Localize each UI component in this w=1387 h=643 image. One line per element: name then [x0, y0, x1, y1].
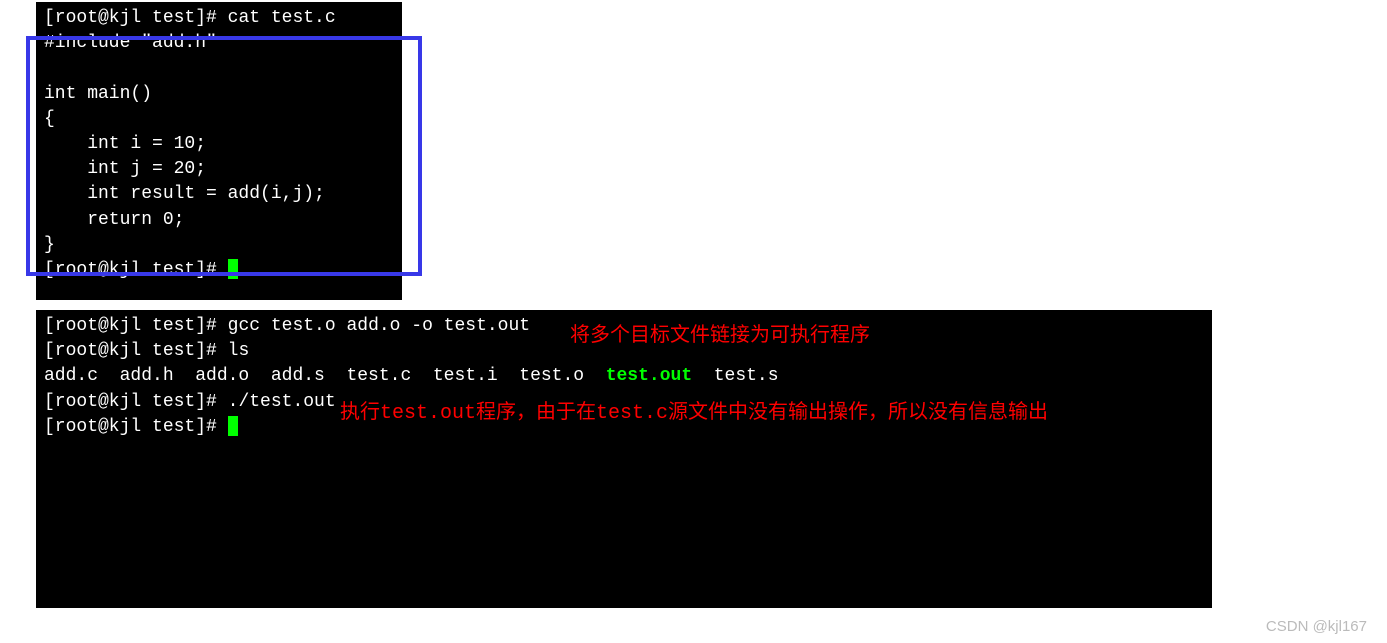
code-line: { [44, 109, 55, 129]
code-line: int main() [44, 84, 152, 104]
annotation-run-explain: 执行test.out程序，由于在test.c源文件中没有输出操作，所以没有信息输… [340, 395, 1048, 425]
command-cat: cat test.c [228, 8, 336, 28]
command-run: ./test.out [228, 392, 336, 412]
terminal-cat-testc[interactable]: [root@kjl test]# cat test.c #include "ad… [36, 2, 402, 300]
prompt: [root@kjl test]# [44, 417, 228, 437]
terminal-gcc-link[interactable]: [root@kjl test]# gcc test.o add.o -o tes… [36, 310, 1212, 608]
code-line: #include "add.h" [44, 33, 217, 53]
prompt: [root@kjl test]# [44, 316, 228, 336]
watermark: CSDN @kjl167 [1266, 618, 1367, 635]
prompt: [root@kjl test]# [44, 392, 228, 412]
code-line: int j = 20; [44, 159, 206, 179]
code-line: int i = 10; [44, 134, 206, 154]
executable-name: test.out [606, 366, 692, 386]
prompt: [root@kjl test]# [44, 260, 228, 280]
annotation-link-explain: 将多个目标文件链接为可执行程序 [570, 318, 870, 348]
cursor-icon [228, 416, 238, 436]
prompt: [root@kjl test]# [44, 8, 228, 28]
prompt: [root@kjl test]# [44, 341, 228, 361]
ls-output: add.c add.h add.o add.s test.c test.i te… [44, 366, 779, 386]
code-line: return 0; [44, 210, 184, 230]
code-line: } [44, 235, 55, 255]
cursor-icon [228, 259, 238, 279]
command-ls: ls [228, 341, 250, 361]
command-gcc: gcc test.o add.o -o test.out [228, 316, 530, 336]
code-line: int result = add(i,j); [44, 184, 325, 204]
